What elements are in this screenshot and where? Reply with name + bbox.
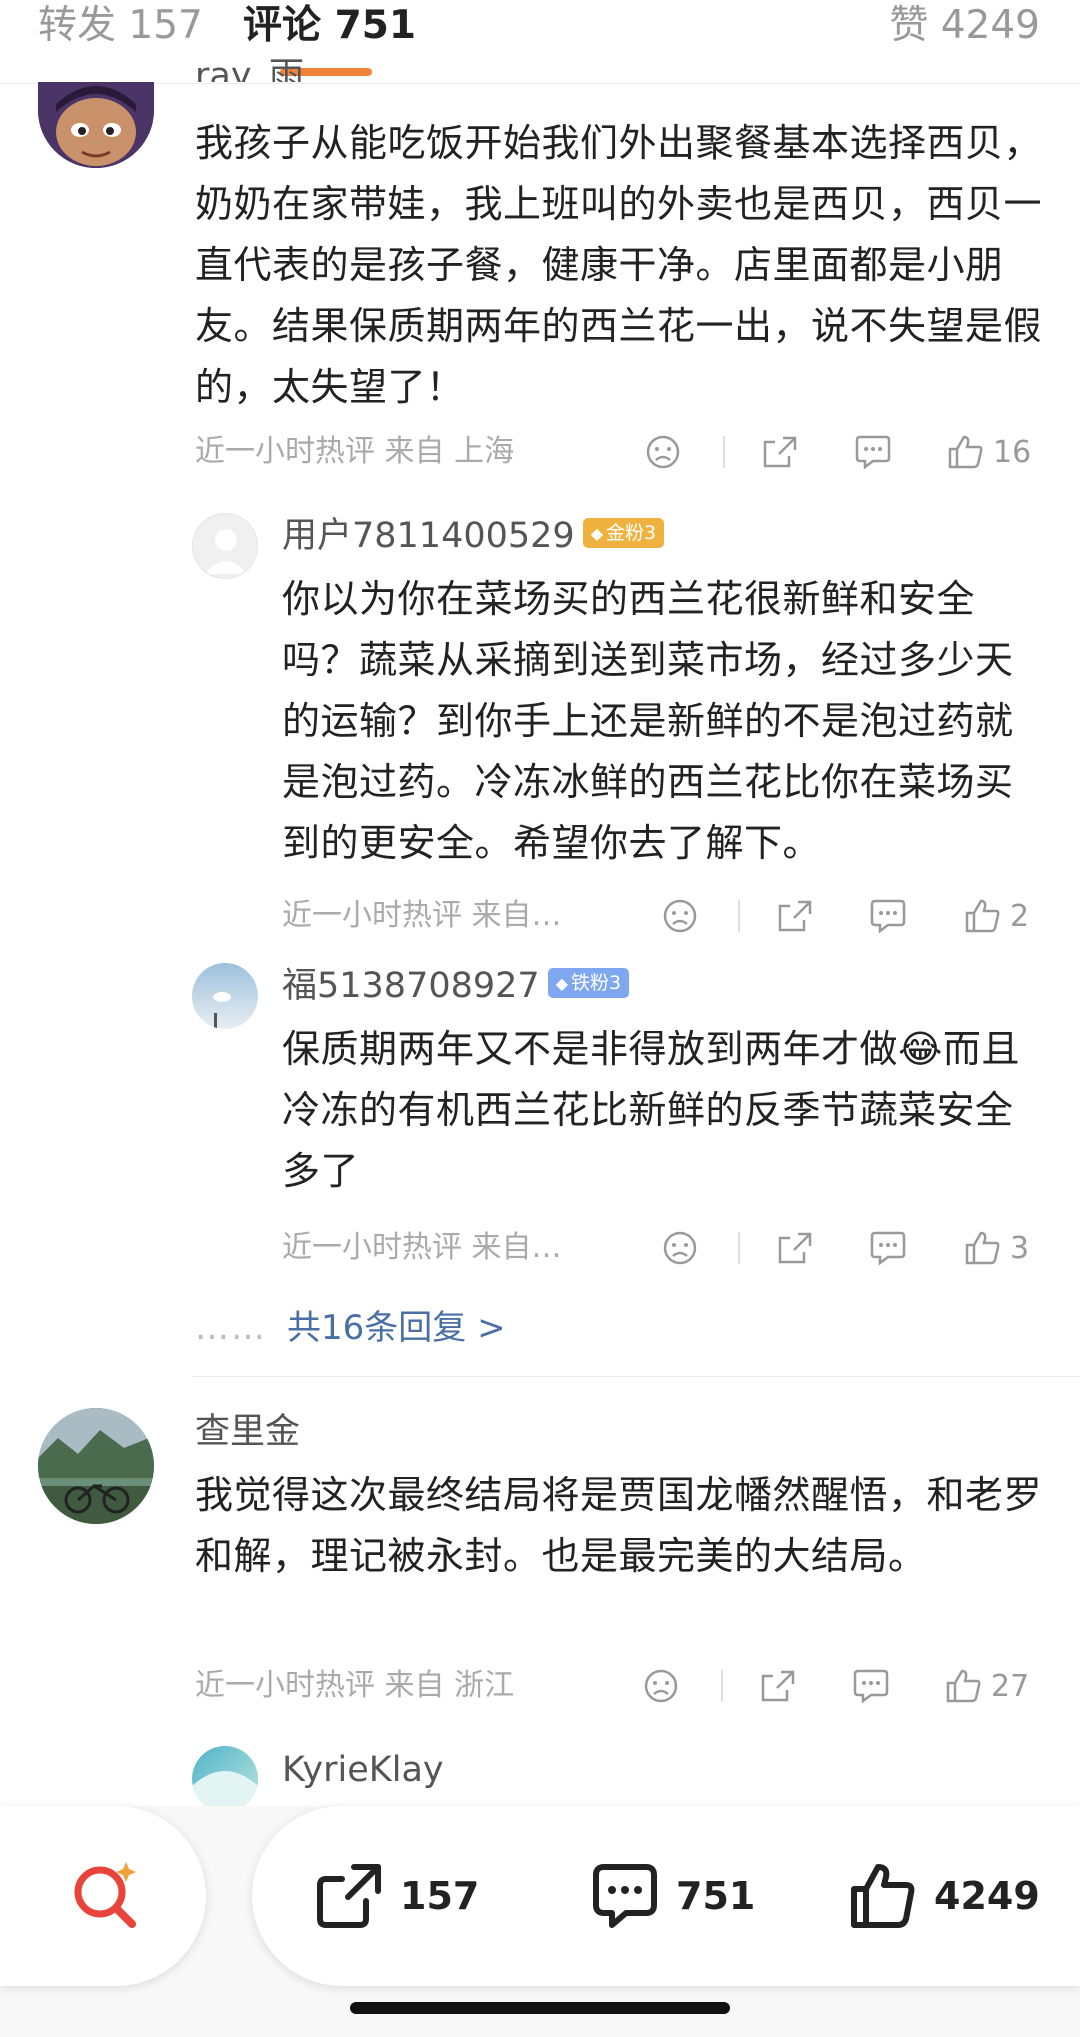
like-count: 3 bbox=[1010, 1230, 1030, 1266]
avatar[interactable] bbox=[192, 513, 258, 579]
comment-meta: 近一小时热评 来自 浙江 27 bbox=[195, 1664, 1045, 1708]
comment-count: 751 bbox=[676, 1874, 756, 1918]
search-spark-icon bbox=[74, 1862, 136, 1928]
like-icon bbox=[946, 1669, 981, 1703]
like-button[interactable]: 16 bbox=[947, 430, 1031, 474]
comment-button[interactable] bbox=[868, 1226, 908, 1270]
action-pill: 157 751 4249 bbox=[252, 1806, 1080, 1986]
search-button[interactable] bbox=[0, 1806, 206, 1986]
share-button[interactable] bbox=[759, 1664, 797, 1708]
comment-bar-button[interactable]: 751 bbox=[590, 1856, 755, 1936]
comment-icon bbox=[855, 435, 891, 470]
dislike-icon bbox=[646, 435, 680, 469]
comment-icon bbox=[870, 1231, 906, 1266]
comment-username[interactable]: ray_雨 bbox=[195, 56, 304, 82]
divider bbox=[738, 1232, 740, 1264]
comment-icon bbox=[870, 899, 906, 934]
more-dots: …… bbox=[195, 1308, 267, 1348]
avatar[interactable] bbox=[38, 82, 154, 168]
home-indicator[interactable] bbox=[350, 2002, 730, 2014]
repost-button[interactable]: 157 bbox=[314, 1856, 479, 1936]
like-button[interactable]: 2 bbox=[964, 894, 1029, 938]
tab-likes[interactable]: 赞 4249 bbox=[889, 4, 1040, 48]
view-more-replies-link[interactable]: …… 共16条回复 > bbox=[195, 1300, 506, 1349]
dislike-button[interactable] bbox=[645, 430, 681, 474]
comment-username[interactable]: 查里金 bbox=[195, 1412, 300, 1452]
reply-text: 保质期两年又不是非得放到两年才做😂而且冷冻的有机西兰花比新鲜的反季节蔬菜安全多了 bbox=[282, 1019, 1042, 1202]
comment-meta: 近一小时热评 来自 上海 16 bbox=[195, 430, 1045, 474]
comment-text: 我觉得这次最终结局将是贾国龙幡然醒悟，和老罗和解，理记被永封。也是最完美的大结局… bbox=[195, 1473, 1043, 1578]
like-icon bbox=[851, 1864, 915, 1928]
avatar[interactable] bbox=[38, 1408, 154, 1524]
divider bbox=[723, 436, 725, 468]
username-text: 福5138708927 bbox=[282, 966, 540, 1006]
reply-meta: 近一小时热评 来自… 2 bbox=[282, 894, 1047, 938]
more-replies-label: 共16条回复 > bbox=[287, 1308, 506, 1348]
tab-comments[interactable]: 评论 751 bbox=[243, 4, 416, 48]
like-count: 27 bbox=[991, 1668, 1030, 1704]
reply-username[interactable]: 福5138708927 ◆ 铁粉3 bbox=[282, 966, 630, 1006]
like-count: 16 bbox=[993, 434, 1032, 470]
like-button[interactable]: 3 bbox=[964, 1226, 1029, 1270]
badge-label: 铁粉3 bbox=[571, 972, 622, 994]
comment-icon bbox=[593, 1864, 657, 1928]
reply-username[interactable]: KyrieKlay bbox=[282, 1750, 444, 1790]
reply-text: 你以为你在菜场买的西兰花很新鲜和安全吗？蔬菜从采摘到送到菜市场，经过多少天的运输… bbox=[282, 577, 1014, 865]
comment-time-location: 近一小时热评 来自 上海 bbox=[195, 434, 515, 469]
comment-text: 我孩子从能吃饭开始我们外出聚餐基本选择西贝，奶奶在家带娃，我上班叫的外卖也是西贝… bbox=[195, 121, 1043, 409]
dislike-button[interactable] bbox=[662, 1226, 698, 1270]
share-button[interactable] bbox=[776, 1226, 814, 1270]
dislike-button[interactable] bbox=[662, 894, 698, 938]
repost-count: 157 bbox=[400, 1874, 480, 1918]
dislike-icon bbox=[663, 899, 697, 933]
comment-divider bbox=[192, 1376, 1080, 1377]
share-icon bbox=[317, 1864, 381, 1928]
like-count: 2 bbox=[1010, 898, 1030, 934]
comment-button[interactable] bbox=[868, 894, 908, 938]
share-icon bbox=[761, 1670, 795, 1702]
tab-reposts[interactable]: 转发 157 bbox=[38, 4, 203, 48]
like-icon bbox=[948, 435, 983, 469]
dislike-button[interactable] bbox=[643, 1664, 679, 1708]
dislike-icon bbox=[644, 1669, 678, 1703]
gem-icon: ◆ bbox=[555, 974, 568, 993]
share-button[interactable] bbox=[761, 430, 799, 474]
reply-text-line1: 保质期两年又不是非得放到两年才做 bbox=[282, 1027, 899, 1071]
share-button[interactable] bbox=[776, 894, 814, 938]
comment-tabs: 转发 157 评论 751 赞 4249 bbox=[0, 0, 1080, 84]
dislike-icon bbox=[663, 1231, 697, 1265]
laugh-cry-emoji: 😂 bbox=[898, 1027, 943, 1071]
gem-icon: ◆ bbox=[590, 524, 603, 543]
reply-meta: 近一小时热评 来自… 3 bbox=[282, 1226, 1047, 1270]
fan-badge: ◆ 金粉3 bbox=[582, 518, 665, 548]
avatar[interactable] bbox=[192, 963, 258, 1029]
comment-time-location: 近一小时热评 来自 浙江 bbox=[195, 1668, 515, 1703]
reply-time-location: 近一小时热评 来自… bbox=[282, 898, 562, 933]
fan-badge: ◆ 铁粉3 bbox=[547, 968, 630, 998]
like-bar-button[interactable]: 4249 bbox=[848, 1856, 1040, 1936]
like-button[interactable]: 27 bbox=[945, 1664, 1029, 1708]
reply-time-location: 近一小时热评 来自… bbox=[282, 1230, 562, 1265]
divider bbox=[738, 900, 740, 932]
comment-button[interactable] bbox=[851, 1664, 891, 1708]
avatar[interactable] bbox=[192, 1746, 258, 1812]
reply-username[interactable]: 用户7811400529 ◆ 金粉3 bbox=[282, 516, 665, 556]
share-icon bbox=[763, 436, 797, 468]
divider bbox=[721, 1670, 723, 1702]
like-icon bbox=[965, 1231, 1000, 1265]
share-icon bbox=[778, 900, 812, 932]
comment-button[interactable] bbox=[853, 430, 893, 474]
username-text: 用户7811400529 bbox=[282, 516, 575, 556]
share-icon bbox=[778, 1232, 812, 1264]
comment-icon bbox=[853, 1669, 889, 1704]
like-total-count: 4249 bbox=[934, 1874, 1040, 1918]
like-icon bbox=[965, 899, 1000, 933]
badge-label: 金粉3 bbox=[606, 522, 657, 544]
